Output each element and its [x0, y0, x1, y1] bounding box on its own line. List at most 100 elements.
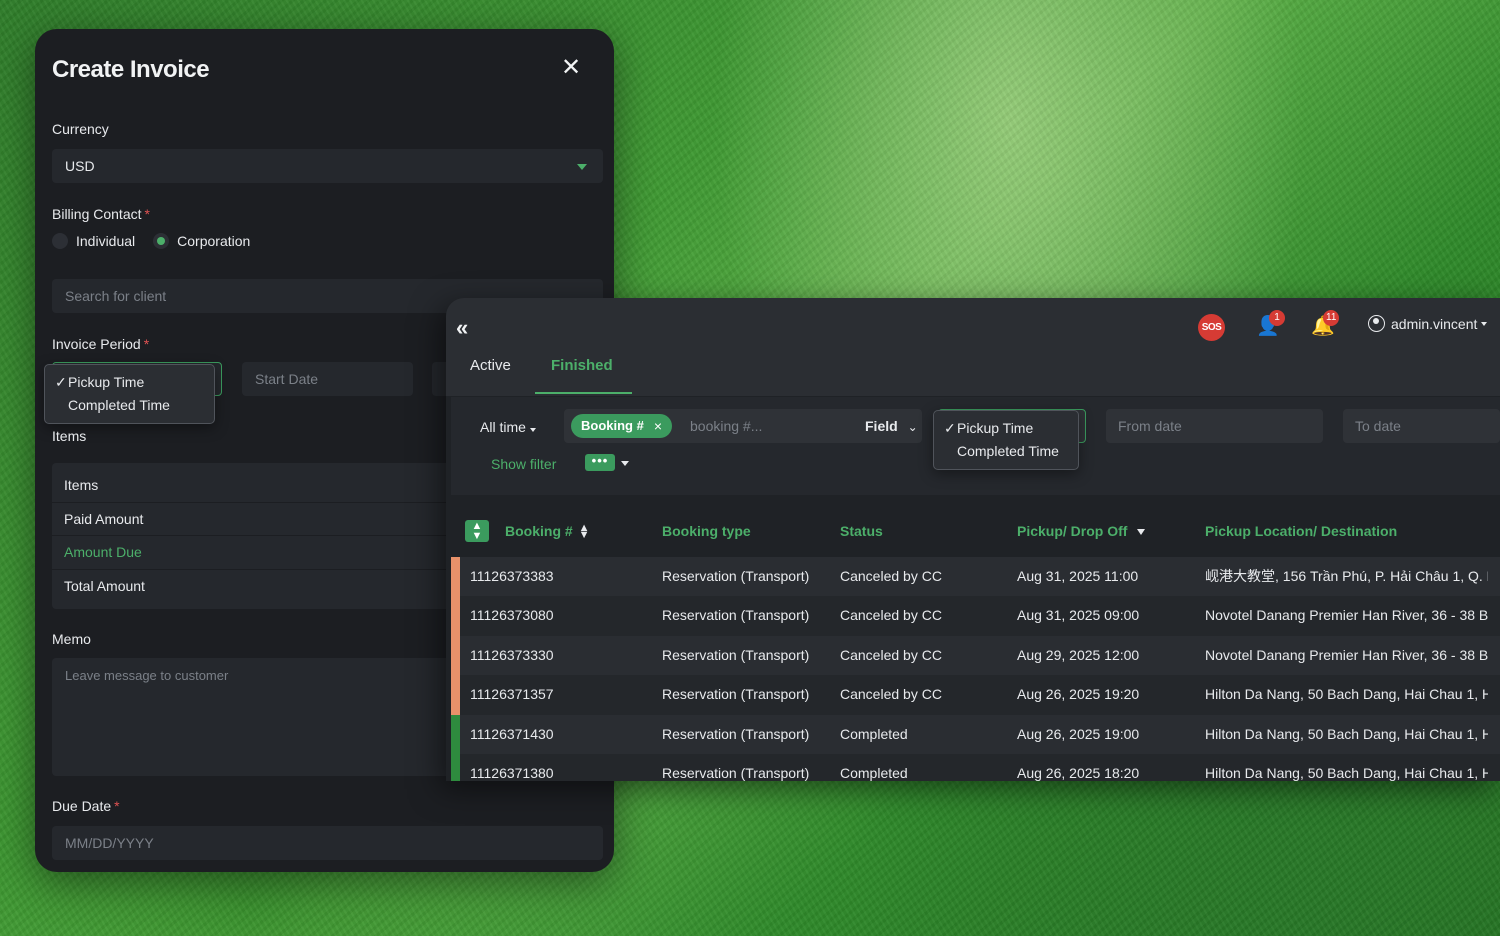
to-date-placeholder: To date — [1355, 418, 1401, 434]
to-date-input[interactable]: To date — [1343, 409, 1500, 443]
time-option-completed[interactable]: Completed Time — [934, 440, 1078, 463]
search-placeholder: booking #... — [690, 418, 763, 434]
memo-label: Memo — [52, 631, 91, 647]
table-row[interactable]: 11126371357 Reservation (Transport) Cancel… — [451, 675, 1500, 715]
more-options-button[interactable]: ••• — [585, 454, 615, 471]
start-date-input[interactable]: Start Date — [242, 362, 413, 396]
period-type-dropdown: ✓Pickup Time Completed Time — [44, 364, 215, 424]
cell-booking-type: Reservation (Transport) — [662, 764, 810, 781]
check-icon: ✓ — [944, 420, 956, 436]
from-date-placeholder: From date — [1118, 418, 1182, 434]
booking-search-input[interactable]: booking #... — [690, 409, 762, 443]
caret-down-icon — [529, 428, 536, 432]
field-label: Field — [865, 418, 898, 434]
table-row[interactable]: 11126373080 Reservation (Transport) Cancel… — [451, 596, 1500, 636]
cell-status: Canceled by CC — [840, 686, 942, 703]
due-date-input[interactable]: MM/DD/YYYY — [52, 826, 603, 860]
period-option-pickup[interactable]: ✓Pickup Time — [45, 371, 214, 394]
billing-contact-options: Individual Corporation — [52, 233, 268, 249]
table-row[interactable]: 11126371430 Reservation (Transport) Comple… — [451, 714, 1500, 754]
cell-pickup-time: Aug 26, 2025 18:20 — [1017, 764, 1140, 781]
active-tab-indicator — [535, 392, 632, 394]
cell-status: Canceled by CC — [840, 646, 942, 663]
cell-pickup-time: Aug 29, 2025 12:00 — [1017, 646, 1140, 663]
chip-label: Booking # — [581, 418, 644, 433]
bookings-table-header: ▲ ▼ Booking # ▲ ▼ Booking type Status Picku… — [451, 507, 1500, 557]
user-avatar-icon — [1368, 315, 1385, 332]
currency-value: USD — [65, 158, 95, 174]
cell-booking-number: 11126373383 — [470, 568, 554, 584]
double-chevron-left-icon[interactable]: « — [456, 317, 478, 339]
billing-contact-label: Billing Contact * — [52, 206, 150, 222]
search-placeholder: Search for client — [65, 288, 167, 304]
chevron-down-icon: ⌄ — [907, 420, 918, 434]
sos-button[interactable]: SOS — [1198, 314, 1225, 341]
cell-booking-type: Reservation (Transport) — [662, 646, 810, 663]
cell-booking-number: 11126371357 — [470, 686, 554, 703]
radio-selected-icon — [153, 233, 170, 249]
cell-pickup-time: Aug 31, 2025 11:00 — [1017, 568, 1139, 584]
currency-label: Currency — [52, 121, 109, 137]
bookings-header: « Active Finished SOS 👤 1 🔔 11 admin.vin… — [446, 298, 1500, 396]
cell-booking-number: 11126373330 — [470, 646, 554, 663]
radio-corporation[interactable]: Corporation — [153, 233, 250, 249]
contacts-badge: 1 — [1269, 310, 1285, 326]
bookings-panel: « Active Finished SOS 👤 1 🔔 11 admin.vin… — [446, 298, 1500, 781]
col-status[interactable]: Status — [840, 523, 883, 539]
status-indicator — [451, 753, 460, 781]
booking-number-chip[interactable]: Booking # × — [571, 414, 673, 438]
due-date-label: Due Date * — [52, 798, 120, 814]
cell-pickup-time: Aug 31, 2025 09:00 — [1017, 607, 1140, 624]
time-option-pickup[interactable]: ✓Pickup Time — [934, 417, 1078, 440]
status-indicator — [451, 635, 460, 676]
caret-down-icon[interactable] — [621, 461, 629, 466]
cell-location: Hilton Da Nang, 50 Bach Dang, Hai Chau 1… — [1205, 764, 1488, 781]
status-indicator — [451, 557, 460, 597]
cell-booking-number: 11126373080 — [470, 607, 554, 624]
from-date-input[interactable]: From date — [1106, 409, 1323, 443]
items-label: Items — [52, 428, 87, 444]
table-row[interactable]: 11126373330 Reservation (Transport) Cancel… — [451, 635, 1500, 676]
cell-location: Novotel Danang Premier Han River, 36 - 3… — [1205, 607, 1488, 624]
radio-individual[interactable]: Individual — [52, 233, 135, 249]
show-filter-link[interactable]: Show filter — [491, 456, 556, 472]
col-booking-type[interactable]: Booking type — [662, 523, 751, 539]
col-pickup-dropoff[interactable]: Pickup/ Drop Off — [1017, 523, 1146, 539]
due-date-placeholder: MM/DD/YYYY — [65, 835, 154, 851]
caret-down-icon — [1481, 321, 1488, 326]
close-icon[interactable]: × — [654, 414, 662, 438]
cell-status: Canceled by CC — [840, 568, 942, 584]
cell-location: Hilton Da Nang, 50 Bach Dang, Hai Chau 1… — [1205, 686, 1488, 703]
close-icon[interactable]: ✕ — [558, 55, 584, 81]
cell-location: Novotel Danang Premier Han River, 36 - 3… — [1205, 646, 1488, 663]
cell-location: Hilton Da Nang, 50 Bach Dang, Hai Chau 1… — [1205, 725, 1488, 742]
field-select[interactable]: Field ⌄ — [865, 409, 918, 443]
cell-status: Canceled by CC — [840, 607, 942, 624]
cell-booking-number: 11126371380 — [470, 764, 554, 781]
col-location[interactable]: Pickup Location/ Destination — [1205, 523, 1397, 539]
currency-select[interactable]: USD — [52, 149, 603, 183]
tab-active[interactable]: Active — [470, 357, 511, 374]
cell-pickup-time: Aug 26, 2025 19:00 — [1017, 725, 1140, 742]
cell-status: Completed — [840, 764, 908, 781]
radio-circle-icon — [52, 233, 68, 249]
period-option-completed[interactable]: Completed Time — [45, 394, 214, 417]
user-name: admin.vincent — [1391, 315, 1478, 332]
sort-toggle-icon[interactable]: ▲ ▼ — [465, 520, 489, 542]
tab-finished[interactable]: Finished — [551, 357, 613, 374]
cell-booking-type: Reservation (Transport) — [662, 607, 810, 624]
time-range-select[interactable]: All time — [480, 419, 536, 435]
col-booking-number[interactable]: Booking # ▲ ▼ — [505, 523, 590, 541]
table-row[interactable]: 11126371380 Reservation (Transport) Comple… — [451, 753, 1500, 781]
memo-placeholder: Leave message to customer — [65, 668, 229, 683]
caret-down-icon — [577, 164, 587, 170]
bookings-table-body: 11126373383 Reservation (Transport) Cancel… — [451, 557, 1500, 781]
user-menu[interactable]: admin.vincent — [1368, 315, 1488, 332]
cell-booking-type: Reservation (Transport) — [662, 568, 810, 584]
cell-booking-number: 11126371430 — [470, 725, 554, 742]
radio-label: Corporation — [177, 233, 251, 249]
cell-pickup-time: Aug 26, 2025 19:20 — [1017, 686, 1140, 703]
table-row[interactable]: 11126373383 Reservation (Transport) Cancel… — [451, 557, 1500, 597]
radio-label: Individual — [76, 233, 136, 249]
booking-search-group: Booking # × booking #... Field ⌄ — [564, 409, 922, 443]
